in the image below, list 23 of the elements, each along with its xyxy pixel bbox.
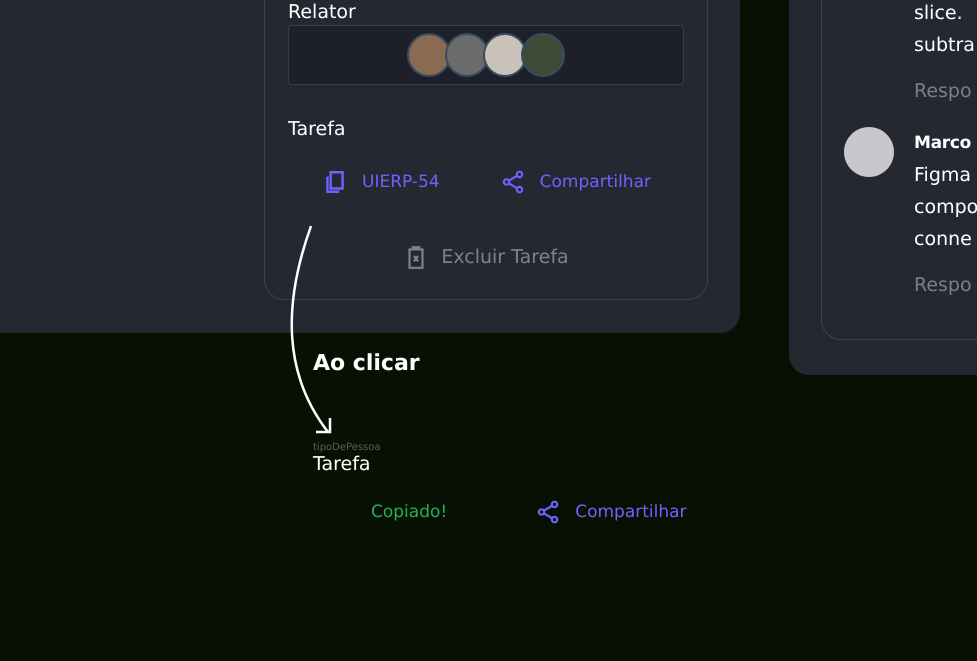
action-link[interactable]: Compartilhar xyxy=(575,502,687,522)
reporter-label: Relator xyxy=(288,2,357,22)
annotation-caption: Ao clicar xyxy=(313,351,420,376)
comment-text: conne xyxy=(914,227,973,252)
action-link[interactable]: UIERP-54 xyxy=(362,172,440,192)
delete-task-button[interactable]: Excluir Tarefa xyxy=(429,246,569,268)
comment-text: Figma xyxy=(914,163,972,188)
task-label: Tarefa xyxy=(288,118,347,140)
action-link[interactable]: Compartilhar xyxy=(540,172,651,192)
comment-text: subtra xyxy=(914,33,976,58)
reply-link[interactable]: Respo xyxy=(914,273,977,297)
reply-link[interactable]: Respo xyxy=(914,79,977,103)
comment-text: compo xyxy=(914,195,977,220)
action-link[interactable]: Copiado! xyxy=(371,502,448,522)
avatar xyxy=(521,33,565,77)
share-icon[interactable] xyxy=(500,169,526,195)
share-icon[interactable] xyxy=(535,499,562,525)
layer-name: tipoDePessoa xyxy=(313,442,382,453)
reporter-field[interactable] xyxy=(288,25,684,85)
comment-author: Marco xyxy=(914,132,972,155)
user-avatar xyxy=(844,127,894,177)
task-label: Tarefa xyxy=(313,453,372,475)
comment-text: slice. xyxy=(914,1,964,26)
